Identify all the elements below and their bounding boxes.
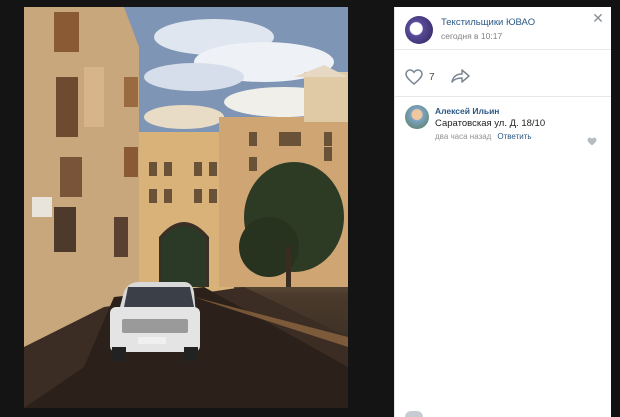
share-arrow-icon [451,69,470,83]
heart-icon [587,137,597,146]
comment-meta: два часа назад Ответить [435,132,532,141]
post-header: Текстильщики ЮВАО сегодня в 10:17 ✕ [395,7,611,50]
group-name-link[interactable]: Текстильщики ЮВАО [441,17,535,28]
like-button[interactable]: 7 [405,69,435,85]
like-count: 7 [429,71,435,83]
comment-like-button[interactable] [587,133,597,151]
reply-link[interactable]: Ответить [497,132,531,141]
post-photo[interactable] [24,7,348,408]
comment-input-avatar-hint [405,411,423,417]
comment-text: Саратовская ул. Д. 18/10 [435,118,546,129]
comment-time[interactable]: два часа назад [435,132,491,141]
comment-author-link[interactable]: Алексей Ильин [435,106,499,116]
post-actions: 7 [395,50,611,97]
heart-icon [405,69,423,85]
group-avatar[interactable] [405,16,433,44]
close-icon[interactable]: ✕ [591,11,605,25]
comment-item: Алексей Ильин Саратовская ул. Д. 18/10 д… [395,97,611,157]
post-time[interactable]: сегодня в 10:17 [441,31,502,41]
post-side-panel: Текстильщики ЮВАО сегодня в 10:17 ✕ 7 Ал… [394,7,611,417]
photo-viewer-backdrop [0,0,394,417]
share-button[interactable] [451,68,471,89]
avatar[interactable] [405,105,429,129]
